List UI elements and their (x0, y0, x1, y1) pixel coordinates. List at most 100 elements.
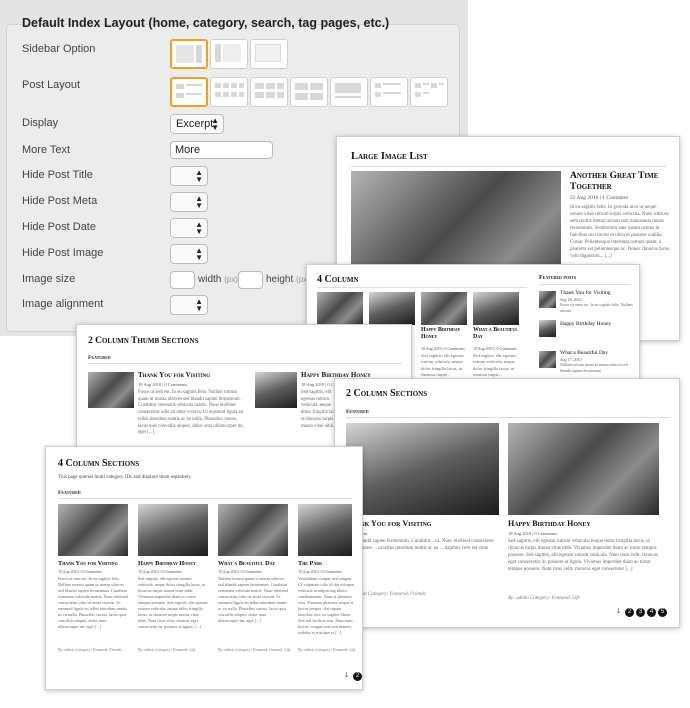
post-layout-2col[interactable] (290, 77, 328, 107)
select-arrows-icon: ▲ ▼ (195, 297, 203, 313)
label-hide-post-image: Hide Post Image (22, 247, 104, 259)
label-hide-post-title: Hide Post Title (22, 169, 93, 181)
pagination: 1 2 3 4 5 (614, 608, 667, 617)
select-arrows-icon: ▲ ▼ (195, 168, 203, 184)
post-footer: By: admin Category: Featured, Life (298, 647, 356, 652)
label-post-layout: Post Layout (22, 79, 81, 91)
post-title: Thank You for Visiting (138, 371, 211, 379)
sidebar-thumb (539, 291, 556, 308)
post-layout-thumb-2col[interactable] (410, 77, 448, 107)
post-title: Happy Birthday Honey (138, 560, 196, 567)
image-width-input[interactable] (170, 271, 195, 289)
label-display: Display (22, 117, 59, 129)
post-title: Thank You for Visiting (58, 560, 118, 567)
hide-post-date-select[interactable]: ▲ ▼ (170, 218, 208, 238)
label-image-size: Image size (22, 273, 76, 285)
post-meta: 18 Aug 2010 | 0 Comments (508, 531, 558, 536)
four-column-sections-screenshot: 4 Column Sections This page queries mult… (45, 446, 363, 690)
sidebar-post-link[interactable]: Happy Birthday Honey (560, 321, 611, 327)
post-layout-3col[interactable] (250, 77, 288, 107)
select-arrows-icon: ▲ ▼ (195, 246, 203, 262)
thumb-photo (473, 292, 519, 325)
more-text-input[interactable]: More (170, 141, 273, 159)
two-column-sections-screenshot: 2 Column Sections Featured Thank You for… (334, 378, 680, 628)
sidebar-thumb (539, 351, 556, 368)
four-col-post-title: Happy Birthday Honey (421, 327, 461, 340)
sidebar-thumb (539, 320, 556, 337)
post-footer: By: admin Category: Featured, General, L… (218, 647, 291, 652)
post-thumb (88, 372, 134, 408)
post-photo (298, 504, 352, 556)
four-col-post-title: What a Beautiful Day (473, 327, 518, 340)
sidebar-post-excerpt: Fusce sit amet est. In eu sagittis felis… (560, 302, 633, 313)
sidebar-post-excerpt: Nullam rutrum quam ut massa ultrices sed… (560, 362, 628, 373)
post-title: Happy Birthday Honey (508, 519, 591, 528)
label-sidebar-option: Sidebar Option (22, 43, 96, 55)
four-col-excerpt: Sed sagittis, elit egestas rutrum vehicu… (421, 353, 464, 377)
page-link[interactable]: 2 (353, 672, 362, 681)
post-excerpt: Vestibulum congue nisl magna. Ut vulputa… (298, 576, 355, 636)
featured-posts-heading: Featured posts (539, 275, 577, 281)
thumb-photo (369, 292, 415, 325)
sidebar-post-link[interactable]: What a Beautiful Day (560, 350, 608, 356)
page-link[interactable]: 2 (625, 608, 634, 617)
post-layout-large[interactable] (330, 77, 368, 107)
four-col-post-meta: 18 Aug 2010 | 0 Comments (421, 346, 465, 351)
post-meta: 18 Aug 2010 | 0 Comments (138, 382, 188, 387)
image-height-input[interactable] (238, 271, 263, 289)
post-meta: 18 Aug 2010 | 0 Comments (218, 569, 262, 574)
four-col-excerpt: Sed sagittis, elit egestas rutrum vehicu… (473, 353, 516, 377)
label-image-alignment: Image alignment (22, 298, 104, 310)
thumb-photo (421, 292, 467, 325)
post-title: The Park (298, 560, 323, 567)
sidebar-option-right[interactable] (170, 39, 208, 69)
post-photo (138, 504, 208, 556)
settings-title: Default Index Layout (home, category, se… (22, 16, 390, 30)
height-label: height (px) (266, 274, 310, 285)
select-arrows-icon: ▲ ▼ (195, 194, 203, 210)
four-column-title: 4 Column (317, 274, 359, 285)
sidebar-post-link[interactable]: Thank You for Visiting (560, 290, 611, 296)
featured-heading: Featured (58, 490, 81, 496)
page-link[interactable]: 1 (614, 608, 623, 617)
large-image-list-title: Large Image List (351, 151, 428, 162)
hide-post-title-select[interactable]: ▲ ▼ (170, 166, 208, 186)
large-post-meta: 22 Aug 2010 | 1 Comment (570, 195, 629, 201)
thumb-photo (317, 292, 363, 325)
sidebar-option-left[interactable] (210, 39, 248, 69)
four-col-post-meta: 18 Aug 2010 | 0 Comments (473, 346, 517, 351)
label-more-text: More Text (22, 144, 71, 156)
post-layout-list[interactable] (170, 77, 208, 107)
post-excerpt: Sed sagittis, elit egestas rutrum vehicu… (508, 539, 658, 572)
label-hide-post-date: Hide Post Date (22, 221, 96, 233)
post-excerpt: ...sed blandit sapien fermentum. Curabit… (346, 539, 495, 558)
page-link[interactable]: 3 (636, 608, 645, 617)
two-col-sections-title: 2 Column Sections (346, 388, 428, 399)
post-excerpt: Sed sagittis, elit egestas rutrum vehicu… (138, 576, 208, 630)
page-link[interactable]: 1 (342, 672, 351, 681)
post-excerpt: Fusce ut sem est. In eu sagittis felis. … (138, 390, 244, 436)
post-meta: 18 Aug 2010 | 0 Comments (298, 569, 342, 574)
post-layout-thumb-list[interactable] (370, 77, 408, 107)
four-col-sections-title: 4 Column Sections (58, 458, 140, 469)
post-title: What a Beautiful Day (218, 560, 276, 567)
post-footer: By: admin Category: Featured, Friends (58, 647, 122, 652)
post-photo (218, 504, 288, 556)
featured-heading: Featured (88, 355, 111, 361)
post-layout-grid[interactable] (210, 77, 248, 107)
image-alignment-select[interactable]: ▲ ▼ (170, 295, 208, 315)
display-select[interactable]: Excerpt ▲ ▼ (170, 114, 224, 134)
sidebar-option-none[interactable] (250, 39, 288, 69)
boy-photo (346, 423, 499, 515)
post-meta: 18 Aug 2010 | 0 Comments (138, 569, 182, 574)
four-col-sections-desc: This page queries multi category IDs and… (58, 475, 192, 480)
large-post-title: Another Great Time Together (570, 171, 659, 192)
post-thumb (255, 372, 297, 408)
post-footer: By: admin Category: Featured, Life (138, 647, 196, 652)
page-link[interactable]: 4 (647, 608, 656, 617)
post-footer: By: admin Category: Featured, Life (508, 596, 580, 601)
label-hide-post-meta: Hide Post Meta (22, 195, 98, 207)
hide-post-meta-select[interactable]: ▲ ▼ (170, 192, 208, 212)
hide-post-image-select[interactable]: ▲ ▼ (170, 244, 208, 264)
page-link[interactable]: 5 (658, 608, 667, 617)
